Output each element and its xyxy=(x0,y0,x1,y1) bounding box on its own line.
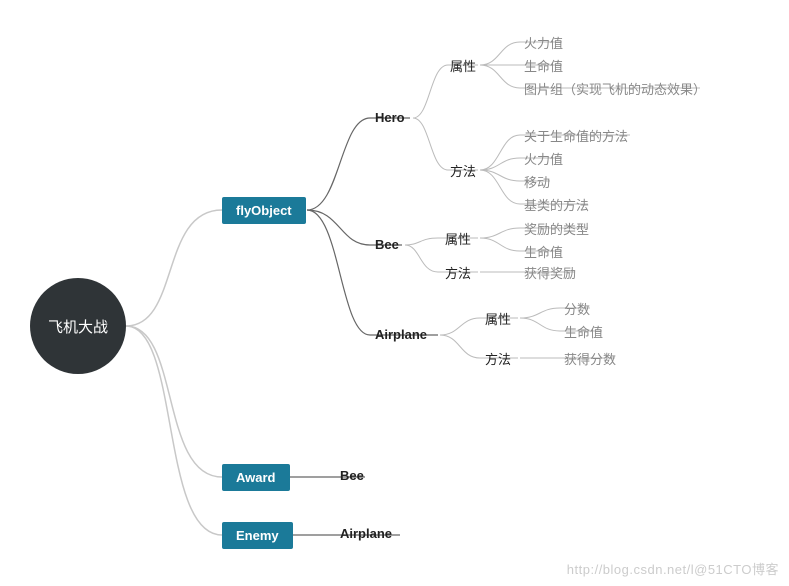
hero-method-2: 移动 xyxy=(524,172,550,191)
root-node[interactable]: 飞机大战 xyxy=(30,278,126,374)
hero-method-0: 关于生命值的方法 xyxy=(524,126,628,145)
node-enemy[interactable]: Enemy xyxy=(222,522,293,549)
hero-attr-2: 图片组（实现飞机的动态效果） xyxy=(524,79,706,98)
airplane-attr-1: 生命值 xyxy=(564,322,603,341)
airplane-attr-0: 分数 xyxy=(564,299,590,318)
enemy-child-airplane[interactable]: Airplane xyxy=(340,526,392,541)
node-airplane[interactable]: Airplane xyxy=(375,327,427,342)
watermark: http://blog.csdn.net/l@51CTO博客 xyxy=(567,559,779,578)
root-label: 飞机大战 xyxy=(48,316,108,337)
node-hero[interactable]: Hero xyxy=(375,110,405,125)
airplane-method-0: 获得分数 xyxy=(564,349,616,368)
bee-method-label: 方法 xyxy=(445,263,471,282)
hero-method-1: 火力值 xyxy=(524,149,563,168)
bee-attr-label: 属性 xyxy=(445,229,471,248)
award-label: Award xyxy=(236,470,276,485)
node-bee[interactable]: Bee xyxy=(375,237,399,252)
bee-method-0: 获得奖励 xyxy=(524,263,576,282)
flyobject-label: flyObject xyxy=(236,203,292,218)
hero-method-3: 基类的方法 xyxy=(524,195,589,214)
bee-attr-1: 生命值 xyxy=(524,242,563,261)
bee-attr-0: 奖励的类型 xyxy=(524,219,589,238)
hero-attr-0: 火力值 xyxy=(524,33,563,52)
hero-attr-1: 生命值 xyxy=(524,56,563,75)
hero-method-label: 方法 xyxy=(450,161,476,180)
award-child-bee[interactable]: Bee xyxy=(340,468,364,483)
node-flyobject[interactable]: flyObject xyxy=(222,197,306,224)
airplane-method-label: 方法 xyxy=(485,349,511,368)
airplane-attr-label: 属性 xyxy=(485,309,511,328)
hero-attr-label: 属性 xyxy=(450,56,476,75)
enemy-label: Enemy xyxy=(236,528,279,543)
node-award[interactable]: Award xyxy=(222,464,290,491)
